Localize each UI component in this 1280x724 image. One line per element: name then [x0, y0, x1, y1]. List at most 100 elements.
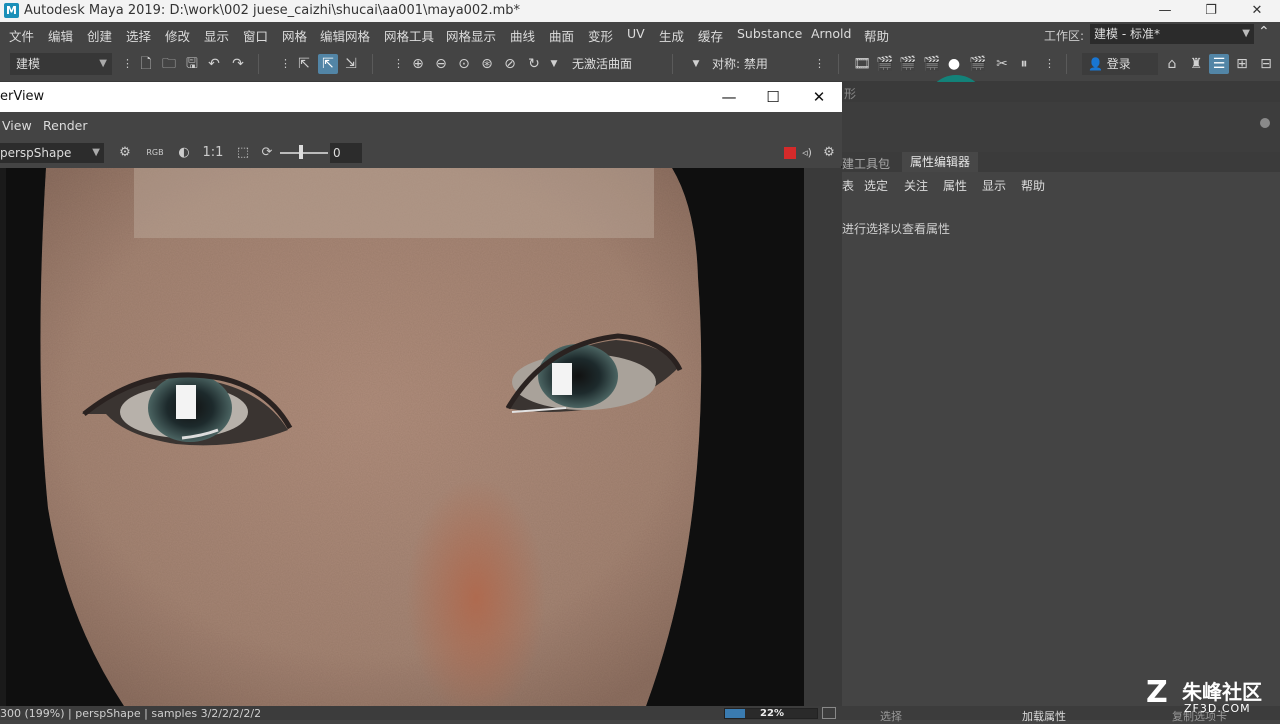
- new-scene-icon[interactable]: 🗋: [136, 54, 156, 74]
- select-object-icon[interactable]: ⇱: [318, 54, 338, 74]
- user-icon: 👤: [1088, 57, 1103, 71]
- close-button[interactable]: ✕: [796, 82, 842, 112]
- snap-view-plane-icon[interactable]: ⊛: [477, 54, 497, 74]
- toolbar-grip-icon[interactable]: ⋮: [1044, 56, 1055, 72]
- menu-file[interactable]: 文件: [9, 26, 34, 45]
- real-size-button[interactable]: 1:1: [202, 144, 224, 162]
- menu-help[interactable]: 帮助: [864, 26, 889, 45]
- symmetry-field[interactable]: 对称: 禁用: [706, 53, 806, 75]
- snap-surface-icon[interactable]: ⊘: [500, 54, 520, 74]
- debug-icon[interactable]: ◃): [798, 144, 816, 162]
- select-hierarchy-icon[interactable]: ⇱: [294, 54, 314, 74]
- toolbar-grip-icon[interactable]: ⋮: [814, 56, 825, 72]
- menu-generate[interactable]: 生成: [659, 26, 684, 45]
- minimize-button[interactable]: —: [1142, 0, 1188, 22]
- exposure-slider-track[interactable]: [280, 152, 328, 154]
- exposure-slider-handle[interactable]: [299, 145, 303, 159]
- menu-edit[interactable]: 编辑: [48, 26, 73, 45]
- snapshot-icon[interactable]: [822, 707, 836, 719]
- undo-icon[interactable]: ↶: [204, 54, 224, 74]
- load-attributes-button[interactable]: 加载属性: [1022, 708, 1066, 724]
- close-button[interactable]: ✕: [1234, 0, 1280, 22]
- snap-grid-icon[interactable]: ⊕: [408, 54, 428, 74]
- snap-curve-icon[interactable]: ⊖: [431, 54, 451, 74]
- workspace-select[interactable]: 建模 - 标准* ▼: [1090, 24, 1254, 44]
- toolbar-grip-icon[interactable]: ⋮: [393, 56, 404, 72]
- scroll-down-icon[interactable]: [1260, 132, 1270, 142]
- scroll-handle[interactable]: [1260, 118, 1270, 128]
- arnold-ipr-icon[interactable]: ✂: [992, 54, 1012, 74]
- tab-modeling-toolkit[interactable]: 建工具包: [842, 155, 890, 172]
- live-surface-field[interactable]: 无激活曲面: [566, 53, 662, 75]
- camera-select[interactable]: perspShape ▼: [0, 143, 104, 163]
- ae-menu-list[interactable]: 表: [842, 177, 854, 194]
- menu-create[interactable]: 创建: [87, 26, 112, 45]
- menu-surfaces[interactable]: 曲面: [549, 26, 574, 45]
- stop-render-icon[interactable]: [784, 147, 796, 159]
- menu-display[interactable]: 显示: [204, 26, 229, 45]
- chevron-down-icon[interactable]: ▼: [686, 54, 706, 74]
- open-scene-icon[interactable]: 🗀: [159, 54, 179, 74]
- arnold-render-icon[interactable]: 🎬: [968, 54, 988, 74]
- save-scene-icon[interactable]: 🖫: [182, 54, 202, 74]
- tool-settings-icon[interactable]: ⊞: [1232, 54, 1252, 74]
- ae-menu-focus[interactable]: 关注: [904, 177, 928, 194]
- menu-curves[interactable]: 曲线: [510, 26, 535, 45]
- select-component-icon[interactable]: ⇲: [341, 54, 361, 74]
- menu-mesh[interactable]: 网格: [282, 26, 307, 45]
- ae-menu-selected[interactable]: 选定: [864, 177, 888, 194]
- restore-button[interactable]: ❐: [1188, 0, 1234, 22]
- menu-set-select[interactable]: 建模 ▼: [10, 53, 112, 75]
- snap-vertex-icon[interactable]: ↻: [524, 54, 544, 74]
- snap-point-icon[interactable]: ⊙: [454, 54, 474, 74]
- menu-substance[interactable]: Substance: [737, 26, 802, 41]
- menu-windows[interactable]: 窗口: [243, 26, 268, 45]
- render-frame-icon[interactable]: 🎞: [852, 54, 872, 74]
- character-controls-icon[interactable]: ♜: [1186, 54, 1206, 74]
- menu-modify[interactable]: 修改: [165, 26, 190, 45]
- crop-region-icon[interactable]: ⬚: [234, 144, 252, 162]
- menu-uv[interactable]: UV: [627, 26, 645, 41]
- chevron-down-icon[interactable]: ▼: [544, 54, 564, 74]
- select-button[interactable]: 选择: [880, 708, 902, 724]
- login-button[interactable]: 👤 登录: [1082, 53, 1158, 75]
- scroll-up-icon[interactable]: ⌃: [1258, 24, 1270, 40]
- render-settings-icon[interactable]: 🎬: [922, 54, 942, 74]
- scroll-up-icon[interactable]: [1260, 106, 1270, 116]
- menu-mesh-tools[interactable]: 网格工具: [384, 26, 434, 45]
- menu-edit-mesh[interactable]: 编辑网格: [320, 26, 370, 45]
- refresh-icon[interactable]: ⟳: [258, 144, 276, 162]
- watermark-logo: Z 朱峰社区 ZF3D.COM: [1146, 676, 1276, 720]
- maximize-button[interactable]: ☐: [750, 82, 796, 112]
- exposure-field[interactable]: 0: [330, 143, 362, 163]
- render-settings-icon[interactable]: ⚙: [116, 144, 134, 162]
- ae-menu-show[interactable]: 显示: [982, 177, 1006, 194]
- menu-view[interactable]: View: [2, 118, 32, 133]
- ipr-render-icon[interactable]: 🎬: [898, 54, 918, 74]
- channel-box-icon[interactable]: ⊟: [1256, 54, 1276, 74]
- toolbar-grip-icon[interactable]: ⋮: [280, 56, 291, 72]
- toolbar-grip-icon[interactable]: ⋮: [122, 56, 133, 72]
- ae-menu-help[interactable]: 帮助: [1021, 177, 1045, 194]
- chevron-down-icon: ▼: [92, 147, 100, 158]
- render-image-viewport[interactable]: [0, 168, 842, 706]
- alpha-channel-icon[interactable]: ◐: [175, 144, 193, 162]
- panel-header-strip: 形: [842, 82, 1280, 102]
- minimize-button[interactable]: —: [706, 82, 752, 112]
- menu-cache[interactable]: 缓存: [698, 26, 723, 45]
- menu-select[interactable]: 选择: [126, 26, 151, 45]
- render-view-icon[interactable]: 🎬: [875, 54, 895, 74]
- gear-icon[interactable]: ⚙: [820, 144, 838, 162]
- menu-render[interactable]: Render: [43, 118, 88, 133]
- tab-attribute-editor[interactable]: 属性编辑器: [902, 152, 979, 172]
- modeling-toolkit-icon[interactable]: ⌂: [1162, 54, 1182, 74]
- redo-icon[interactable]: ↷: [228, 54, 248, 74]
- hypershade-icon[interactable]: ●: [944, 54, 964, 74]
- attribute-editor-icon[interactable]: ☰: [1209, 54, 1229, 74]
- menu-arnold[interactable]: Arnold: [811, 26, 851, 41]
- ae-menu-attributes[interactable]: 属性: [943, 177, 967, 194]
- rgb-channels-icon[interactable]: RGB: [146, 144, 164, 162]
- pause-icon[interactable]: ⏸: [1014, 54, 1034, 74]
- menu-deform[interactable]: 变形: [588, 26, 613, 45]
- menu-mesh-display[interactable]: 网格显示: [446, 26, 496, 45]
